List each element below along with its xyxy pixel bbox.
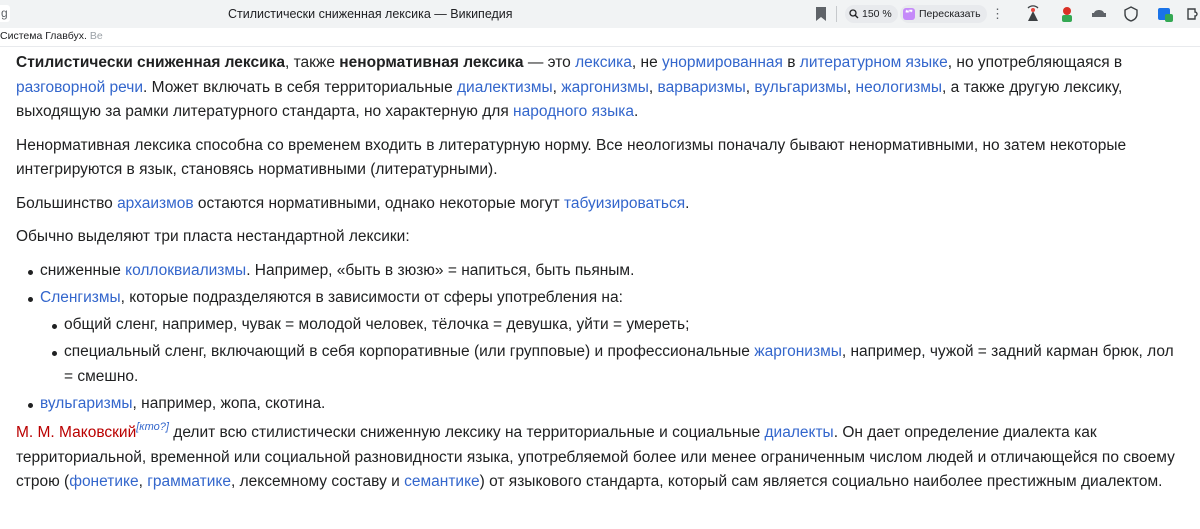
text: ,	[138, 473, 148, 490]
link-dialektizmy[interactable]: диалектизмы	[457, 79, 553, 96]
retell-icon: ❝❞	[903, 8, 915, 20]
citation-needed[interactable]: [кто?]	[136, 421, 169, 433]
browser-toolbar: g Стилистически сниженная лексика — Вики…	[0, 0, 1200, 28]
link-zhargonizmy[interactable]: жаргонизмы	[561, 79, 649, 96]
bookmark-item-glavbukh[interactable]: Система Главбух. Ве	[0, 30, 103, 42]
text: .	[633, 103, 639, 120]
toolbar-divider	[836, 6, 837, 22]
link-grammatika[interactable]: грамматике	[147, 473, 231, 490]
bookmark-icon[interactable]	[814, 6, 828, 22]
text: .	[685, 194, 690, 212]
address-bar[interactable]: g	[0, 5, 10, 22]
paragraph-intro: Стилистически сниженная лексика, также н…	[16, 51, 1176, 125]
more-menu-icon[interactable]: ⋮	[991, 5, 1004, 23]
person-extension-icon[interactable]	[1058, 5, 1076, 23]
list-item: специальный сленг, включающий в себя кор…	[40, 340, 1176, 389]
antenna-extension-icon[interactable]	[1024, 5, 1042, 23]
paragraph-layers-intro: Обычно выделяют три пласта нестандартной…	[16, 228, 410, 245]
paragraph-archaisms: Большинство архаизмов остаются нормативн…	[16, 192, 1176, 217]
link-leksika[interactable]: лексика	[575, 54, 632, 71]
zoom-level: 150 %	[862, 8, 892, 20]
list-item: сниженные коллоквиализмы. Например, «быт…	[16, 259, 1176, 284]
bookmark-label-faded: Ве	[89, 30, 103, 42]
text: остаются нормативными, однако некоторые …	[193, 194, 564, 212]
link-kto[interactable]: [кто?]	[136, 421, 169, 433]
paragraph-norm: Ненормативная лексика способна со времен…	[16, 136, 1127, 179]
link-dialekty[interactable]: диалекты	[765, 424, 834, 441]
text: специальный сленг, включающий в себя кор…	[64, 343, 755, 360]
text: , но употребляющаяся в	[947, 54, 1123, 71]
link-neologizmy[interactable]: неологизмы	[856, 79, 943, 96]
article-body: Стилистически сниженная лексика, также н…	[16, 51, 1176, 504]
retell-button[interactable]: ❝❞ Пересказать	[900, 5, 987, 23]
tab-title: Стилистически сниженная лексика — Википе…	[228, 7, 513, 21]
link-unormirovannaya[interactable]: унормированная	[662, 54, 783, 71]
link-varvarizmy[interactable]: варваризмы	[658, 79, 746, 96]
link-zhargonizmy-2[interactable]: жаргонизмы	[754, 343, 842, 360]
text: , лексемному составу и	[231, 473, 405, 490]
text: сниженные	[40, 261, 126, 279]
text: ) от языкового стандарта, который сам яв…	[479, 473, 1163, 490]
text: . Может включать в себя территориальные	[143, 78, 458, 96]
badge-extension-icon[interactable]	[1156, 5, 1174, 23]
bookmark-label: Система Главбух.	[0, 30, 90, 42]
text: Большинство	[16, 194, 118, 212]
link-vulgarizmy-2[interactable]: вульгаризмы	[40, 395, 133, 412]
article-term: Стилистически сниженная лексика	[16, 54, 286, 71]
text: , например, жопа, скотина.	[132, 394, 326, 412]
list-item: общий сленг, например, чувак = молодой ч…	[40, 313, 1176, 338]
link-tabuizirovatsya[interactable]: табуизироваться	[564, 195, 685, 212]
hat-extension-icon[interactable]	[1090, 5, 1108, 23]
link-arkhaizmy[interactable]: архаизмов	[117, 195, 194, 212]
bookmarks-bar: Система Главбух. Ве	[0, 28, 1200, 47]
link-vulgarizmy[interactable]: вульгаризмы	[754, 79, 847, 96]
text: ,	[648, 78, 658, 96]
link-razgovornaya-rech[interactable]: разговорной речи	[16, 79, 143, 96]
list-item: Сленгизмы, которые подразделяются в зави…	[16, 286, 1176, 390]
extensions-icon[interactable]	[1184, 5, 1200, 23]
zoom-button[interactable]: 150 %	[845, 5, 898, 23]
list-item: вульгаризмы, например, жопа, скотина.	[16, 392, 1176, 417]
zoom-icon	[849, 9, 859, 19]
text: в	[782, 54, 800, 71]
link-kollokvializmy[interactable]: коллоквиализмы	[125, 262, 246, 279]
text: , также	[285, 54, 340, 71]
text: . Например, «быть в зюзю» = напиться, бы…	[246, 261, 635, 279]
article-term-alt: ненормативная лексика	[339, 54, 524, 71]
layers-list: сниженные коллоквиализмы. Например, «быт…	[16, 259, 1176, 417]
link-literaturny-yazyk[interactable]: литературном языке	[800, 54, 948, 71]
sublist: общий сленг, например, чувак = молодой ч…	[40, 313, 1176, 389]
link-semantika[interactable]: семантике	[404, 473, 480, 490]
text: ,	[846, 78, 856, 96]
text: , не	[631, 54, 662, 71]
shield-extension-icon[interactable]	[1122, 5, 1140, 23]
text: , которые подразделяются в зависимости о…	[120, 288, 623, 306]
retell-label: Пересказать	[919, 8, 981, 20]
text: делит всю стилистически сниженную лексик…	[168, 424, 765, 441]
link-narodny-yazyk[interactable]: народного языка	[513, 103, 634, 120]
paragraph-makovsky: М. М. Маковский[кто?] делит всю стилисти…	[16, 421, 1176, 495]
text: ,	[552, 78, 562, 96]
link-makovsky[interactable]: М. М. Маковский	[16, 424, 136, 441]
link-fonetika[interactable]: фонетике	[69, 473, 138, 490]
text: — это	[523, 54, 576, 71]
link-slengizmy[interactable]: Сленгизмы	[40, 289, 121, 306]
